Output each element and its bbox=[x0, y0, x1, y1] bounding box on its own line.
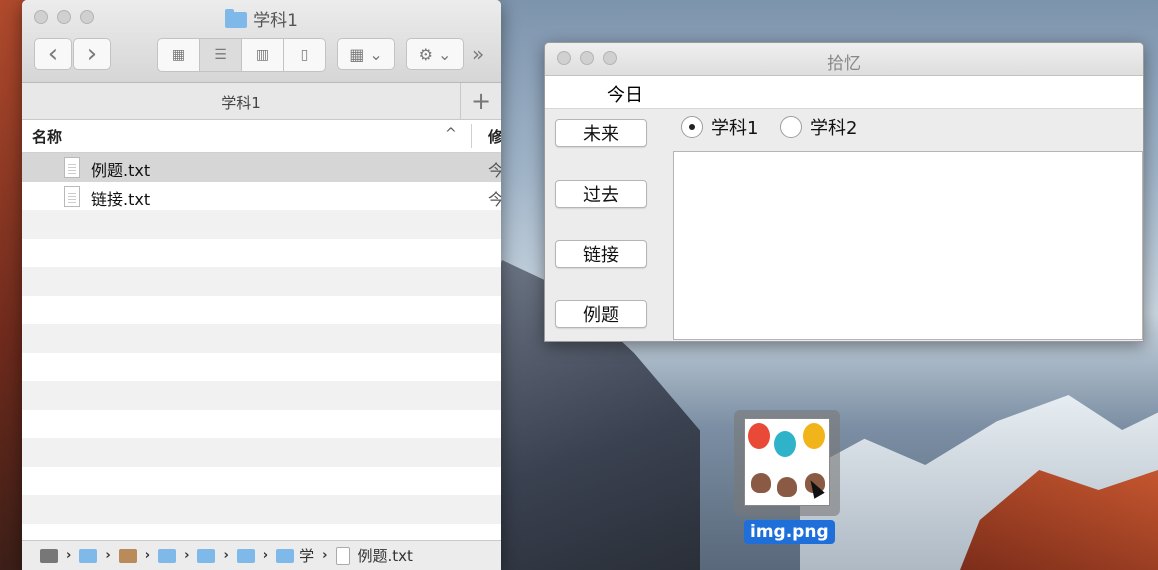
path-file-label[interactable]: 例题.txt bbox=[358, 545, 413, 566]
path-separator: › bbox=[184, 548, 190, 563]
content-text-area[interactable] bbox=[673, 151, 1143, 340]
file-row[interactable]: 链接.txt 今 bbox=[22, 181, 501, 210]
app-titlebar[interactable]: 拾忆 bbox=[545, 43, 1143, 76]
back-button[interactable]: ‹ bbox=[34, 38, 72, 70]
example-button[interactable]: 例题 bbox=[555, 300, 647, 328]
balloon-picture bbox=[744, 418, 830, 506]
sort-ascending-icon: ^ bbox=[445, 126, 457, 142]
plus-icon: + bbox=[470, 87, 492, 115]
path-bar: › › › › › › 学 › 例题.txt bbox=[22, 540, 501, 570]
column-modified-header[interactable]: 修 bbox=[488, 126, 501, 147]
empty-row bbox=[22, 495, 501, 524]
path-separator: › bbox=[322, 548, 328, 563]
gear-icon: ⚙ ⌄ bbox=[418, 44, 452, 64]
red-balloon-shape bbox=[748, 423, 770, 449]
grid-icon: ▦ bbox=[171, 47, 186, 63]
column-divider[interactable] bbox=[471, 124, 472, 148]
window-title: 学科1 bbox=[22, 6, 501, 31]
radio-label: 学科2 bbox=[810, 118, 858, 139]
app-window: 拾忆 今日 未来 过去 链接 例题 学科1 学科2 bbox=[544, 42, 1144, 342]
text-file-icon bbox=[335, 546, 350, 565]
critter-shape bbox=[777, 477, 797, 497]
gallery-view-button[interactable]: ▯ bbox=[284, 39, 325, 71]
file-row[interactable]: 例题.txt 今 bbox=[22, 153, 501, 182]
file-date: 今 bbox=[488, 161, 501, 180]
app-menubar: 今日 bbox=[545, 76, 1143, 109]
critter-shape bbox=[751, 473, 771, 493]
columns-icon: ▥ bbox=[255, 47, 270, 63]
gallery-icon: ▯ bbox=[300, 47, 309, 63]
dragged-file-label: img.png bbox=[744, 520, 835, 544]
path-separator: › bbox=[105, 548, 111, 563]
link-button[interactable]: 链接 bbox=[555, 240, 647, 268]
users-folder-icon[interactable] bbox=[79, 548, 98, 563]
empty-row bbox=[22, 210, 501, 239]
list-view-button[interactable]: ☰ bbox=[200, 39, 242, 71]
tab-bar: 学科1 + bbox=[22, 83, 501, 120]
future-button[interactable]: 未来 bbox=[555, 119, 647, 147]
column-header: 名称 ^ 修 bbox=[22, 120, 501, 153]
menu-today[interactable]: 今日 bbox=[607, 81, 643, 107]
file-name: 例题.txt bbox=[91, 161, 151, 180]
path-separator: › bbox=[144, 548, 151, 563]
dragged-image-thumbnail[interactable] bbox=[734, 410, 840, 516]
empty-row bbox=[22, 409, 501, 438]
action-button[interactable]: ⚙ ⌄ bbox=[406, 38, 464, 70]
file-list: 例题.txt 今 链接.txt 今 bbox=[22, 153, 501, 552]
empty-row bbox=[22, 466, 501, 495]
empty-row bbox=[22, 381, 501, 410]
radio-subject-1[interactable]: 学科1 bbox=[681, 114, 758, 140]
empty-row bbox=[22, 295, 501, 324]
icon-view-button[interactable]: ▦ bbox=[158, 39, 200, 71]
empty-row bbox=[22, 267, 501, 296]
chevron-left-icon: ‹ bbox=[47, 39, 59, 69]
empty-row bbox=[22, 324, 501, 353]
finder-window: 学科1 ‹ › ▦ ☰ ▥ ▯ ▦ ⌄ ⚙ ⌄ » 学科1 + 名称 ^ 修 例… bbox=[22, 0, 501, 570]
documents-folder-icon[interactable] bbox=[158, 548, 177, 563]
forward-button[interactable]: › bbox=[73, 38, 111, 70]
yellow-balloon-shape bbox=[803, 423, 825, 449]
new-tab-button[interactable]: + bbox=[460, 83, 501, 119]
blue-balloon-shape bbox=[774, 431, 796, 457]
chevron-right-icon: › bbox=[86, 39, 98, 69]
empty-row bbox=[22, 438, 501, 467]
arrange-grid-icon: ▦ ⌄ bbox=[349, 44, 383, 64]
list-icon: ☰ bbox=[214, 47, 227, 63]
empty-row bbox=[22, 352, 501, 381]
column-name-header[interactable]: 名称 bbox=[32, 126, 62, 147]
radio-checked-icon bbox=[681, 116, 703, 138]
column-view-button[interactable]: ▥ bbox=[242, 39, 284, 71]
radio-label: 学科1 bbox=[711, 118, 759, 139]
file-date: 今 bbox=[488, 189, 501, 209]
radio-subject-2[interactable]: 学科2 bbox=[780, 114, 857, 140]
text-file-icon bbox=[64, 157, 80, 178]
view-mode-segmented: ▦ ☰ ▥ ▯ bbox=[157, 38, 326, 72]
tab-current[interactable]: 学科1 bbox=[22, 92, 460, 113]
path-separator: › bbox=[66, 548, 72, 563]
empty-row bbox=[22, 238, 501, 267]
home-icon[interactable] bbox=[118, 548, 137, 563]
arrange-button[interactable]: ▦ ⌄ bbox=[337, 38, 395, 70]
file-name: 链接.txt bbox=[91, 189, 151, 209]
path-separator: › bbox=[262, 548, 269, 563]
text-file-icon bbox=[64, 185, 80, 207]
path-folder-label[interactable]: 学 bbox=[299, 545, 314, 566]
finder-titlebar[interactable]: 学科1 ‹ › ▦ ☰ ▥ ▯ ▦ ⌄ ⚙ ⌄ » bbox=[22, 0, 501, 83]
folder-icon bbox=[276, 548, 295, 563]
window-title: 拾忆 bbox=[827, 54, 861, 74]
folder-icon bbox=[225, 9, 248, 28]
path-separator: › bbox=[223, 548, 229, 563]
folder-icon[interactable] bbox=[197, 548, 216, 563]
radio-unchecked-icon bbox=[780, 116, 802, 138]
past-button[interactable]: 过去 bbox=[555, 180, 647, 208]
disk-icon[interactable] bbox=[40, 548, 58, 563]
toolbar-overflow-icon[interactable]: » bbox=[472, 42, 484, 66]
folder-icon[interactable] bbox=[236, 548, 255, 563]
